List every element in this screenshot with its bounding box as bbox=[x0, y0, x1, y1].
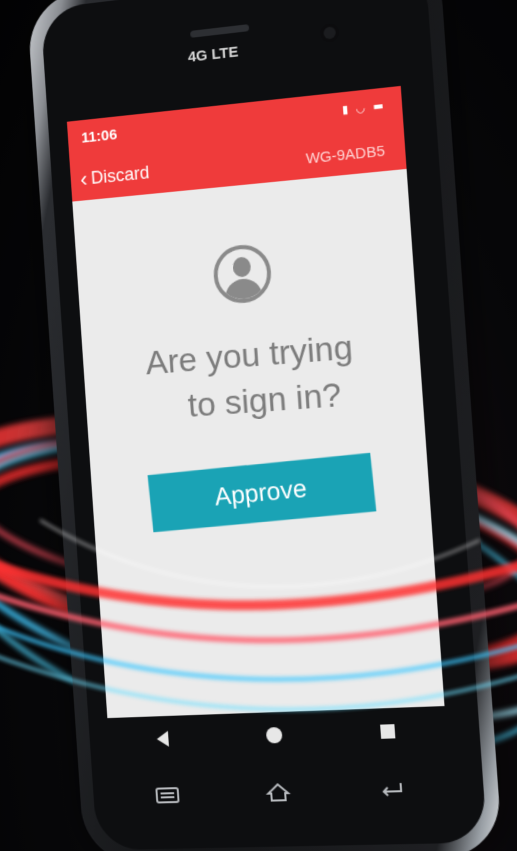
user-avatar-icon bbox=[211, 242, 273, 306]
signal-icon: ▮ bbox=[341, 102, 351, 117]
speaker-grille bbox=[190, 24, 250, 38]
question-line-2: to sign in? bbox=[186, 375, 343, 425]
hardware-keys bbox=[111, 757, 453, 826]
menu-icon[interactable] bbox=[154, 785, 180, 805]
phone-front: 4G LTE 11:06 ▮ ◡ ▬ ‹ Discard WG-9ADB5 Ar… bbox=[40, 0, 488, 851]
back-triangle-icon[interactable] bbox=[152, 728, 175, 750]
battery-icon: ▬ bbox=[372, 98, 387, 114]
home-circle-icon[interactable] bbox=[263, 724, 286, 747]
status-time: 11:06 bbox=[80, 126, 118, 147]
recent-square-icon[interactable] bbox=[376, 720, 400, 743]
screen: 11:06 ▮ ◡ ▬ ‹ Discard WG-9ADB5 Are you t… bbox=[66, 85, 445, 719]
carrier-label: 4G LTE bbox=[187, 43, 239, 66]
phone: 4G LTE 11:06 ▮ ◡ ▬ ‹ Discard WG-9ADB5 Ar… bbox=[0, 0, 517, 851]
status-icons: ▮ ◡ ▬ bbox=[342, 99, 387, 117]
home-icon[interactable] bbox=[265, 781, 292, 804]
chevron-left-icon: ‹ bbox=[79, 166, 89, 192]
return-icon[interactable] bbox=[378, 779, 406, 800]
wifi-icon: ◡ bbox=[355, 100, 368, 116]
sign-in-question: Are you trying to sign in? bbox=[82, 319, 424, 436]
prompt-content: Are you trying to sign in? Approve bbox=[72, 168, 445, 719]
phone-body: 4G LTE 11:06 ▮ ◡ ▬ ‹ Discard WG-9ADB5 Ar… bbox=[26, 0, 504, 851]
discard-label: Discard bbox=[90, 162, 151, 188]
front-camera bbox=[323, 26, 337, 40]
approve-button[interactable]: Approve bbox=[147, 452, 377, 533]
background: 4G LTE 11:06 ▮ ◡ ▬ ‹ Discard WG-9ADB5 Ar… bbox=[0, 0, 517, 851]
request-code: WG-9ADB5 bbox=[305, 142, 386, 168]
discard-button[interactable]: ‹ Discard bbox=[79, 162, 151, 192]
